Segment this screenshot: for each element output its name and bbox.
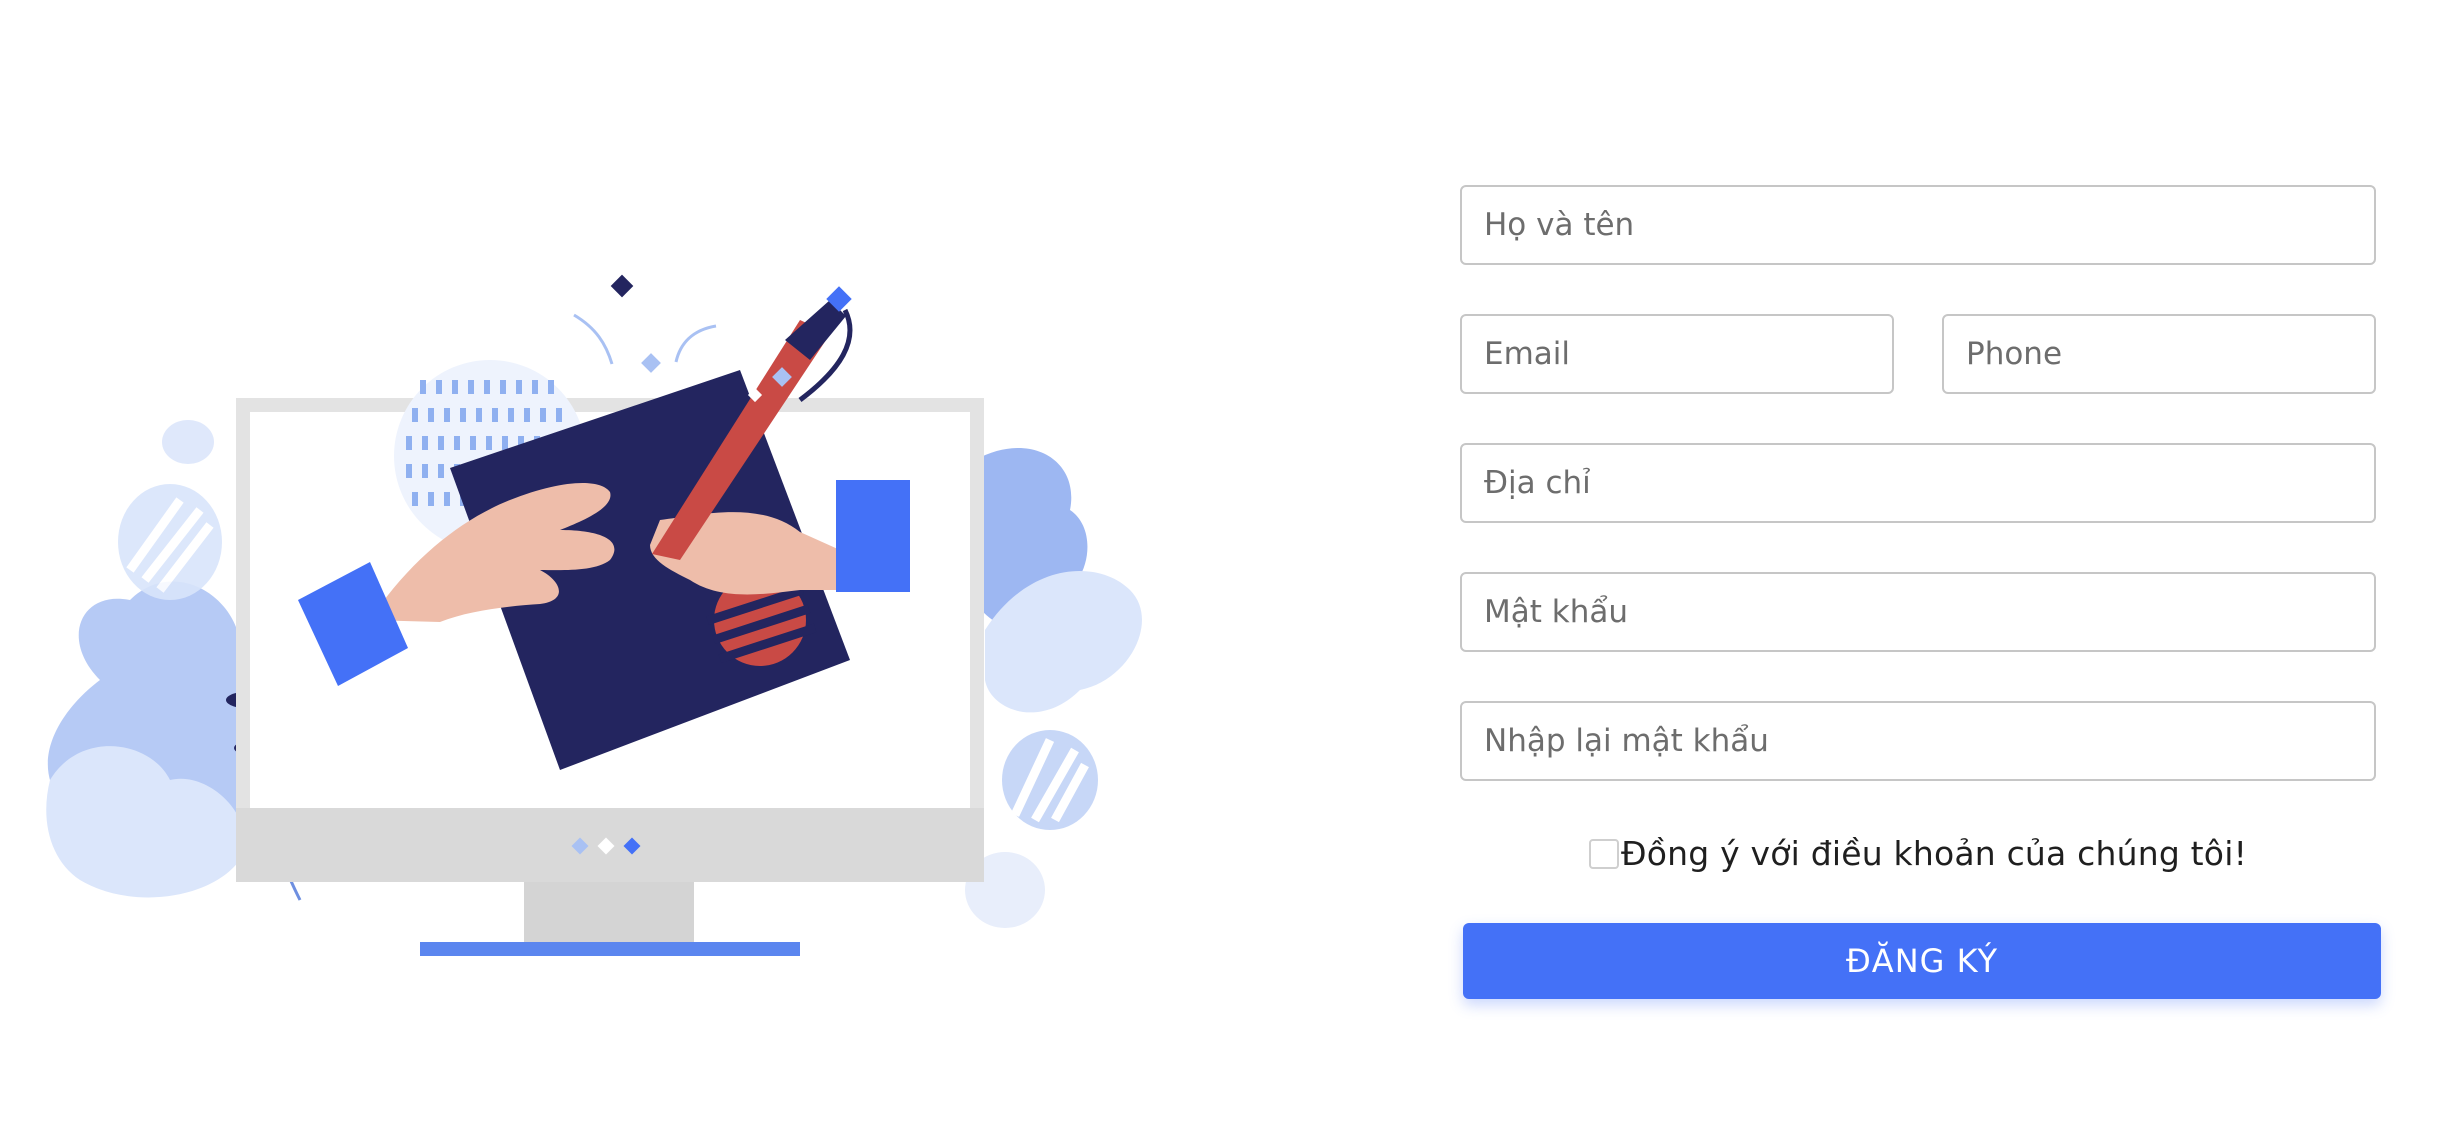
signup-page: Đồng ý với điều khoản của chúng tôi! ĐĂN…: [0, 0, 2452, 1130]
confirm-password-input[interactable]: [1460, 701, 2376, 781]
address-input[interactable]: [1460, 443, 2376, 523]
password-input[interactable]: [1460, 572, 2376, 652]
phone-input[interactable]: [1942, 314, 2376, 394]
terms-label[interactable]: Đồng ý với điều khoản của chúng tôi!: [1621, 834, 2247, 873]
striped-leaf-left: [118, 484, 222, 600]
striped-leaf-right: [1002, 730, 1098, 830]
diamond-blue: [641, 353, 661, 373]
monitor-drawing-illustration: [46, 274, 1142, 956]
email-input[interactable]: [1460, 314, 1894, 394]
monitor-neck: [524, 882, 694, 942]
terms-checkbox[interactable]: [1589, 838, 1619, 869]
right-sleeve: [836, 480, 910, 592]
signup-form: Đồng ý với điều khoản của chúng tôi! ĐĂN…: [1460, 185, 2381, 999]
terms-agreement: Đồng ý với điều khoản của chúng tôi!: [1460, 834, 2376, 873]
register-button[interactable]: ĐĂNG KÝ: [1463, 923, 2381, 999]
monitor-base: [420, 942, 800, 956]
email-phone-row: [1460, 314, 2376, 394]
diamond-navy: [610, 274, 634, 298]
fullname-input[interactable]: [1460, 185, 2376, 265]
